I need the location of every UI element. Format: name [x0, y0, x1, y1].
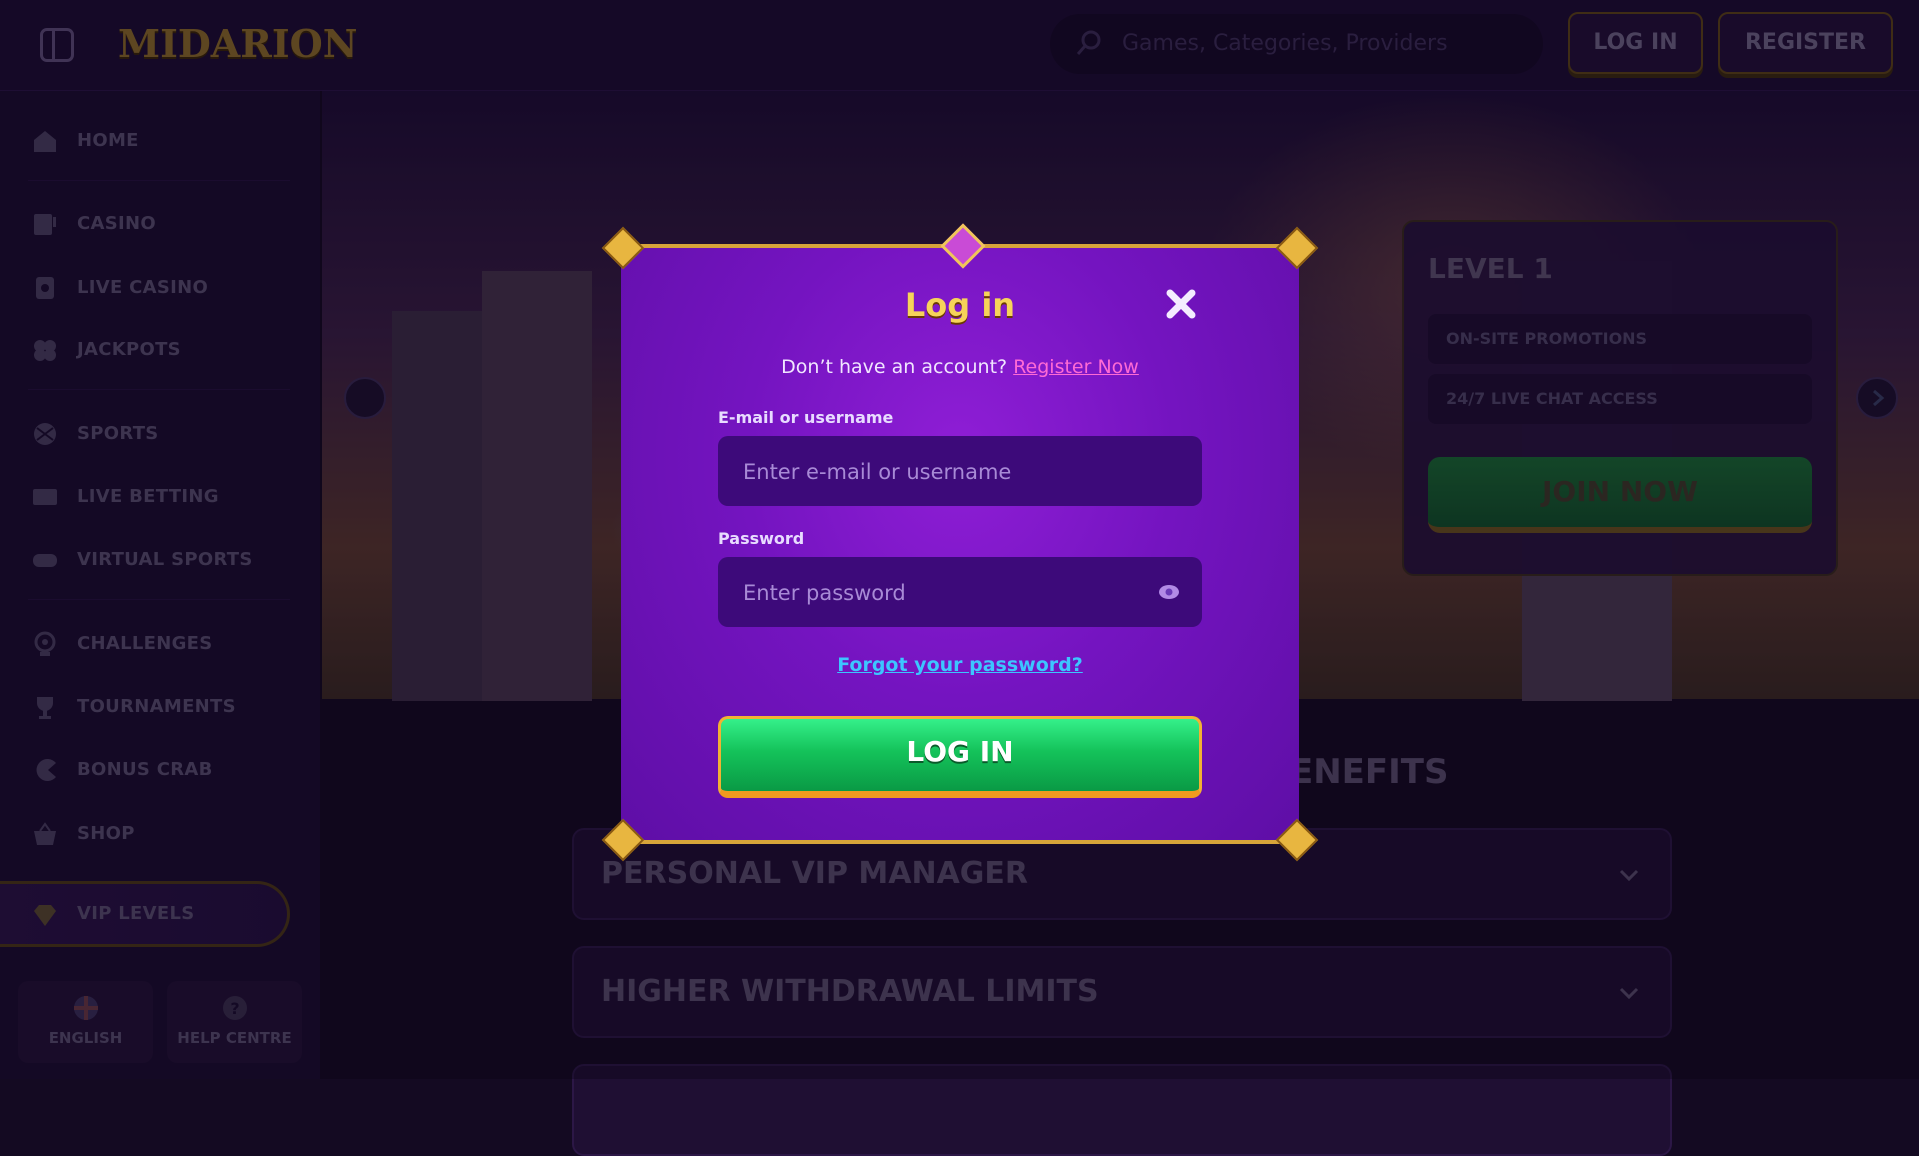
- eye-icon[interactable]: [1158, 583, 1180, 601]
- password-label: Password: [718, 529, 805, 548]
- login-modal: Log in Don’t have an account? Register N…: [601, 223, 1319, 862]
- email-field[interactable]: [718, 436, 1202, 508]
- password-input[interactable]: [741, 557, 1145, 629]
- login-submit-button[interactable]: LOG IN: [718, 716, 1202, 798]
- no-account-text: Don’t have an account?: [781, 356, 1008, 378]
- close-icon[interactable]: [1163, 286, 1199, 322]
- email-input[interactable]: [741, 436, 1145, 508]
- forgot-password-link[interactable]: Forgot your password?: [621, 654, 1299, 676]
- password-field[interactable]: [718, 557, 1202, 629]
- register-now-link[interactable]: Register Now: [1013, 356, 1139, 378]
- register-prompt: Don’t have an account? Register Now: [621, 356, 1299, 378]
- email-label: E-mail or username: [718, 408, 894, 427]
